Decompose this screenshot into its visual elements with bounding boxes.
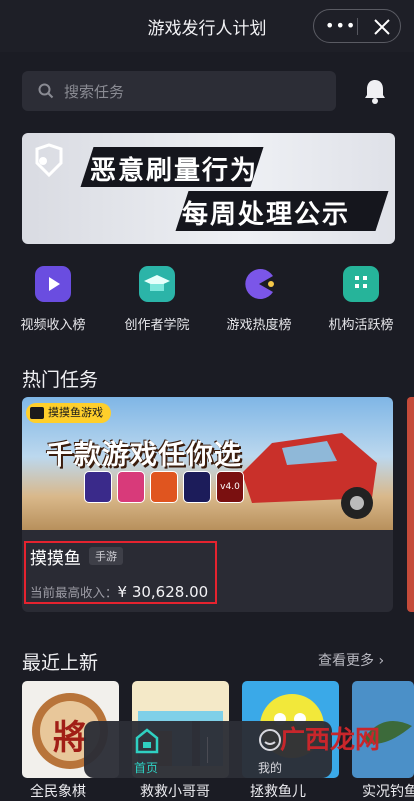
shield-logo-icon [35,143,63,178]
recent-item-label: 实况钓鱼 [362,784,414,800]
highlight-box [24,541,217,604]
category-creator-academy[interactable]: 创作者学院 [112,266,202,333]
car-image [242,433,377,519]
app-icon [84,471,112,503]
nav-bar: 游戏发行人计划 ••• [0,0,414,52]
category-label: 视频收入榜 [20,318,86,333]
version-badge: v4.0 [216,471,244,503]
notice-banner[interactable]: 恶意刷量行为 每周处理公示 [22,133,395,244]
mini-program-capsule: ••• [313,9,401,43]
tab-home-label: 首页 [133,761,158,775]
card-headline: 千款游戏任你选 [46,440,242,471]
recent-item-label: 拯救鱼儿 [250,784,306,800]
recent-item-label: 救救小哥哥 [140,784,210,800]
next-card-peek[interactable] [407,397,414,612]
smiley-icon [259,729,281,751]
close-icon[interactable] [372,17,392,37]
app-icon [183,471,211,503]
hot-tasks-title: 热门任务 [22,369,99,391]
recent-title: 最近上新 [22,652,99,674]
tab-home[interactable]: 首页 [84,721,208,778]
watermark-text: 广西龙网 [280,725,381,754]
pacman-icon [241,266,277,302]
chess-piece-char: 將 [53,718,87,758]
more-button[interactable]: ••• [325,16,356,35]
publisher-logo-icon [30,407,44,419]
graduation-cap-icon [139,266,175,302]
category-label: 游戏热度榜 [226,318,292,333]
category-row: 视频收入榜 创作者学院 游戏热度榜 机构活跃榜 [0,266,414,333]
category-label: 机构活跃榜 [328,318,394,333]
building-icon [343,266,379,302]
publisher-tag: 摸摸鱼游戏 [26,403,111,423]
tab-mine-label: 我的 [257,761,282,775]
category-org-activity[interactable]: 机构活跃榜 [316,266,406,333]
category-label: 创作者学院 [124,318,190,333]
recent-item-label: 全民象棋 [30,784,86,800]
banner-line-1: 恶意刷量行为 [90,156,259,186]
category-video-income[interactable]: 视频收入榜 [8,266,98,333]
category-game-heat[interactable]: 游戏热度榜 [214,266,304,333]
search-input[interactable] [62,81,316,103]
home-icon [135,728,159,754]
banner-line-2: 每周处理公示 [182,200,351,230]
app-icon [117,471,145,503]
search-icon [38,83,54,99]
search-bar[interactable] [22,71,336,111]
hot-task-card[interactable]: 摸摸鱼游戏 千款游戏任你选 v4.0 摸摸鱼 手游 当前最高收入：¥ 30,62… [22,397,393,612]
capsule-divider [357,18,358,35]
video-income-icon [35,266,71,302]
see-more-link[interactable]: 查看更多 › [318,650,384,670]
app-icon [150,471,178,503]
bell-icon[interactable] [362,77,388,105]
